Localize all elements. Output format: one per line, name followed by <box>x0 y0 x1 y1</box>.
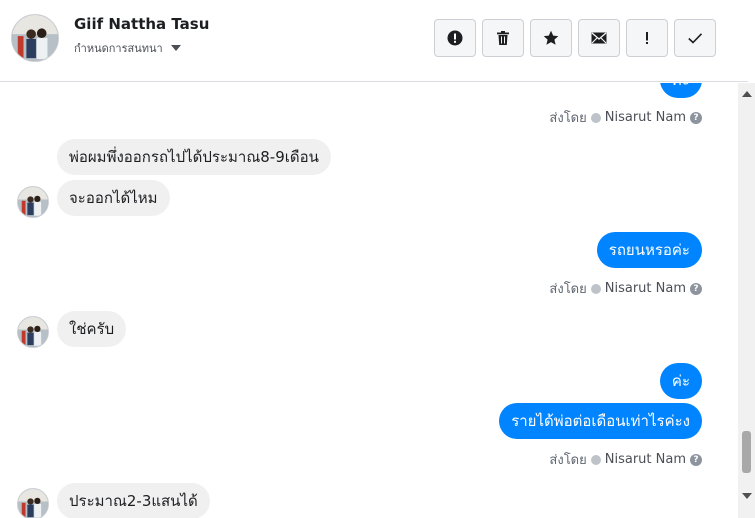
envelope-icon <box>591 32 607 44</box>
incoming-message[interactable]: จะออกได้ไหม <box>57 180 170 216</box>
sent-check-icon <box>590 283 601 294</box>
contact-avatar-small[interactable] <box>17 316 49 348</box>
sender-name[interactable]: Nisarut Nam <box>605 110 686 125</box>
sender-name[interactable]: Nisarut Nam <box>605 281 686 296</box>
seen-by-indicator: ส่งโดย Nisarut Nam ? <box>549 278 702 299</box>
trash-icon <box>497 31 509 45</box>
incoming-message[interactable]: ใช่ครับ <box>57 311 127 347</box>
sender-name[interactable]: Nisarut Nam <box>605 452 686 467</box>
header-toolbar <box>434 19 716 57</box>
alert-circle-icon <box>447 30 463 46</box>
checkmark-icon <box>688 33 703 44</box>
sent-by-label: ส่งโดย <box>549 111 587 126</box>
caret-down-icon <box>170 45 181 51</box>
incoming-message[interactable]: ประมาณ2-3แสนได้ <box>57 483 210 518</box>
sent-check-icon <box>590 454 601 465</box>
incoming-message[interactable]: พ่อผมพึ่งออกรถไปได้ประมาณ8-9เดือน <box>57 139 331 175</box>
help-icon[interactable]: ? <box>690 282 702 295</box>
scrollbar-thumb[interactable] <box>742 431 751 473</box>
outgoing-message[interactable]: ค่ะ <box>659 83 702 98</box>
conversation-header: Giif Nattha Tasu กำหนดการสนทนา <box>0 0 748 82</box>
conversation-settings-dropdown[interactable]: กำหนดการสนทนา <box>74 39 181 57</box>
exclamation-icon <box>646 32 648 44</box>
mark-unread-button[interactable] <box>578 19 620 57</box>
mark-done-button[interactable] <box>674 19 716 57</box>
star-icon <box>543 30 559 45</box>
star-button[interactable] <box>530 19 572 57</box>
conversation-settings-label: กำหนดการสนทนา <box>74 42 163 55</box>
mark-spam-button[interactable] <box>434 19 476 57</box>
outgoing-message[interactable]: รายได้พ่อต่อเดือนเท่าไรค่ะง <box>499 403 702 439</box>
seen-by-indicator: ส่งโดย Nisarut Nam ? <box>549 449 702 470</box>
contact-name[interactable]: Giif Nattha Tasu <box>74 15 209 33</box>
contact-avatar-small[interactable] <box>17 488 49 518</box>
message-thread[interactable]: ค่ะ ส่งโดย Nisarut Nam ? พ่อผมพึ่งออกรถไ… <box>0 83 732 518</box>
scroll-down-arrow-icon[interactable] <box>742 493 752 499</box>
sent-check-icon <box>590 112 601 123</box>
delete-button[interactable] <box>482 19 524 57</box>
help-icon[interactable]: ? <box>690 111 702 124</box>
contact-avatar[interactable] <box>11 14 59 62</box>
thread-scrollbar[interactable] <box>738 83 755 518</box>
sent-by-label: ส่งโดย <box>549 453 587 468</box>
sent-by-label: ส่งโดย <box>549 282 587 297</box>
help-icon[interactable]: ? <box>690 453 702 466</box>
follow-up-button[interactable] <box>626 19 668 57</box>
scroll-up-arrow-icon[interactable] <box>742 91 752 97</box>
contact-avatar-small[interactable] <box>17 186 49 218</box>
seen-by-indicator: ส่งโดย Nisarut Nam ? <box>549 107 702 128</box>
outgoing-message[interactable]: ค่ะ <box>659 363 702 399</box>
outgoing-message[interactable]: รถยนหรอค่ะ <box>596 232 702 268</box>
